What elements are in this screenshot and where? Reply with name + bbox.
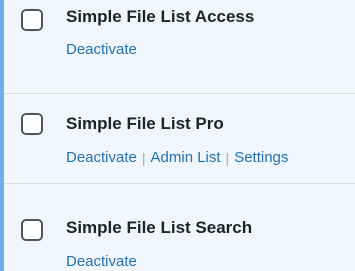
row-actions: Deactivate [66,41,137,58]
plugin-title: Simple File List Pro [66,114,224,133]
action-separator: | [141,149,146,166]
settings-link[interactable]: Settings [234,149,288,166]
row-actions: Deactivate | Admin List | Settings [66,149,288,166]
plugin-title: Simple File List Search [66,218,253,237]
plugin-list: Simple File List Access Deactivate Simpl… [4,0,355,271]
deactivate-link[interactable]: Deactivate [66,149,137,166]
plugin-row-simple-file-list-search: Simple File List Search Deactivate [4,183,355,271]
action-separator: | [225,149,230,166]
deactivate-link[interactable]: Deactivate [66,253,137,270]
plugin-select-checkbox[interactable] [21,9,43,31]
plugin-title: Simple File List Access [66,7,255,26]
plugin-select-checkbox[interactable] [21,113,43,135]
plugin-select-checkbox[interactable] [21,219,43,241]
deactivate-link[interactable]: Deactivate [66,41,137,58]
row-actions: Deactivate [66,253,137,270]
plugin-row-simple-file-list-pro: Simple File List Pro Deactivate | Admin … [4,93,355,183]
admin-list-link[interactable]: Admin List [151,149,221,166]
plugin-row-simple-file-list-access: Simple File List Access Deactivate [4,0,355,93]
